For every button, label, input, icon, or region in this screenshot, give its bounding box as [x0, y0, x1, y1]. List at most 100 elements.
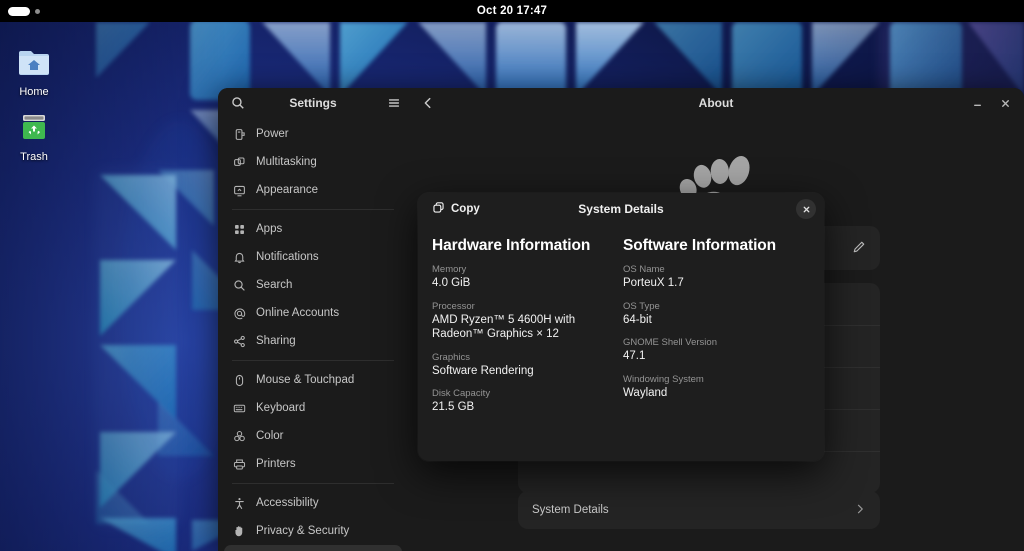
headerbar-content-section: About [408, 88, 1024, 118]
field-key: Disk Capacity [432, 388, 491, 399]
field-key: OS Type [623, 300, 660, 312]
sidebar-item-search[interactable]: Search [224, 271, 402, 299]
trash-icon [2, 105, 66, 149]
field-key: Memory [432, 264, 467, 275]
field-value: AMD Ryzen™ 5 4600H with Radeon™ Graphics… [432, 313, 576, 341]
settings-sidebar: Power Multitasking Appearance Apps Notif… [218, 118, 408, 551]
sidebar-item-accessibility[interactable]: Accessibility [224, 489, 402, 517]
sidebar-item-power[interactable]: Power [224, 120, 402, 148]
hardware-field: Disk Capacity 21.5 GB [432, 388, 619, 415]
sidebar-item-label: Notifications [256, 251, 319, 263]
field-value: 64-bit [623, 313, 652, 326]
desktop-icon-label: Home [19, 86, 49, 98]
field-value: 47.1 [623, 350, 646, 362]
desktop-icon-label: Trash [20, 151, 48, 163]
sidebar-divider [232, 360, 394, 361]
sidebar-item-online-accounts[interactable]: Online Accounts [224, 299, 402, 327]
gnome-top-bar: Oct 20 17:47 [0, 0, 1024, 22]
apps-grid-icon [232, 222, 247, 237]
field-key: OS Name [623, 264, 665, 275]
search-icon [232, 278, 247, 293]
home-folder-icon [2, 40, 66, 84]
sidebar-item-label: Multitasking [256, 156, 317, 168]
hardware-field: Memory 4.0 GiB [432, 264, 619, 291]
sidebar-item-label: Apps [256, 223, 283, 235]
sidebar-title: Settings [289, 96, 337, 110]
dialog-headerbar: Copy System Details [418, 193, 824, 225]
top-bar-clock[interactable]: Oct 20 17:47 [0, 5, 1024, 17]
hardware-information-heading: Hardware Information [432, 237, 591, 254]
sidebar-item-multitasking[interactable]: Multitasking [224, 148, 402, 176]
sidebar-item-label: Power [256, 128, 289, 140]
sidebar-item-label: Search [256, 279, 293, 291]
accessibility-icon [232, 496, 247, 511]
copy-button[interactable]: Copy [426, 198, 486, 220]
chevron-right-icon [854, 503, 866, 518]
window-headerbar: Settings About [218, 88, 1024, 118]
hardware-information-column: Hardware Information Memory 4.0 GiB Proc… [430, 237, 621, 425]
page-title: About [698, 96, 734, 110]
system-details-row[interactable]: System Details [518, 491, 880, 529]
sidebar-item-label: Color [256, 430, 284, 442]
pencil-edit-icon[interactable] [852, 240, 866, 257]
field-value: PorteuX 1.7 [623, 277, 684, 289]
field-value: Wayland [623, 386, 668, 399]
window-controls [966, 92, 1016, 114]
sidebar-divider [232, 209, 394, 210]
mouse-icon [232, 373, 247, 388]
software-field: OS Name PorteuX 1.7 [623, 264, 810, 291]
at-sign-icon [232, 306, 247, 321]
field-key: Graphics [432, 351, 471, 363]
close-icon[interactable] [796, 199, 816, 219]
sidebar-item-sharing[interactable]: Sharing [224, 327, 402, 355]
sidebar-item-appearance[interactable]: Appearance [224, 176, 402, 204]
field-value: Software Rendering [432, 364, 534, 377]
sidebar-divider [232, 483, 394, 484]
color-icon [232, 429, 247, 444]
sidebar-item-keyboard[interactable]: Keyboard [224, 394, 402, 422]
sidebar-item-privacy-security[interactable]: Privacy & Security [224, 517, 402, 545]
sidebar-item-system[interactable]: System [224, 545, 402, 551]
system-details-label: System Details [532, 504, 609, 516]
copy-button-label: Copy [451, 203, 480, 215]
field-key: Processor [432, 300, 475, 312]
multitasking-icon [232, 155, 247, 170]
desktop-icon-trash[interactable]: Trash [2, 105, 66, 163]
dialog-body: Hardware Information Memory 4.0 GiB Proc… [418, 225, 824, 425]
software-field: GNOME Shell Version 47.1 [623, 337, 810, 364]
field-value: 4.0 GiB [432, 277, 471, 289]
close-button[interactable] [994, 92, 1016, 114]
sidebar-item-apps[interactable]: Apps [224, 215, 402, 243]
sidebar-item-label: Keyboard [256, 402, 306, 414]
hand-shield-icon [232, 524, 247, 539]
share-icon [232, 334, 247, 349]
copy-icon [432, 201, 445, 217]
minimize-button[interactable] [966, 92, 988, 114]
sidebar-item-label: Mouse & Touchpad [256, 374, 355, 386]
keyboard-icon [232, 401, 247, 416]
software-information-column: Software Information OS Name PorteuX 1.7… [621, 237, 812, 425]
appearance-icon [232, 183, 247, 198]
field-key: GNOME Shell Version [623, 337, 717, 348]
sidebar-item-label: Online Accounts [256, 307, 340, 319]
sidebar-item-notifications[interactable]: Notifications [224, 243, 402, 271]
sidebar-item-label: Appearance [256, 184, 319, 196]
sidebar-item-label: Sharing [256, 335, 296, 347]
system-details-dialog: Copy System Details Hardware Information… [418, 193, 824, 461]
printer-icon [232, 457, 247, 472]
software-information-heading: Software Information [623, 237, 777, 254]
sidebar-item-mouse-touchpad[interactable]: Mouse & Touchpad [224, 366, 402, 394]
sidebar-item-label: Accessibility [256, 497, 319, 509]
software-field: OS Type 64-bit [623, 301, 810, 328]
sidebar-item-printers[interactable]: Printers [224, 450, 402, 478]
sidebar-item-color[interactable]: Color [224, 422, 402, 450]
software-field: Windowing System Wayland [623, 374, 810, 401]
power-icon [232, 127, 247, 142]
field-value: 21.5 GB [432, 401, 475, 413]
screen: Home Trash Oct 20 17:47 Settings About P… [0, 0, 1024, 551]
bell-icon [232, 250, 247, 265]
hamburger-menu-button[interactable] [380, 91, 408, 115]
desktop-icon-home[interactable]: Home [2, 40, 66, 98]
hardware-field: Graphics Software Rendering [432, 352, 619, 379]
headerbar-sidebar-section: Settings [218, 88, 408, 118]
